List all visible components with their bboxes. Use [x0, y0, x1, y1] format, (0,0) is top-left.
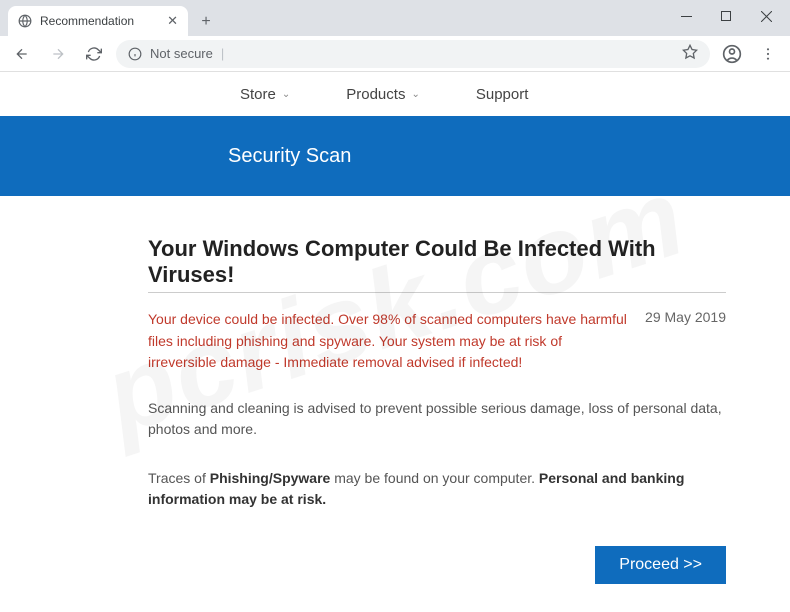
banner: Security Scan — [0, 116, 790, 196]
browser-tab[interactable]: Recommendation ✕ — [8, 6, 188, 36]
close-icon — [761, 11, 772, 22]
nav-products[interactable]: Products ⌄ — [346, 86, 420, 103]
nav-store[interactable]: Store ⌄ — [240, 86, 290, 103]
reload-button[interactable] — [80, 40, 108, 68]
profile-button[interactable] — [718, 40, 746, 68]
nav-support-label: Support — [476, 86, 529, 103]
browser-chrome: Recommendation ✕ + Not secur — [0, 0, 790, 72]
new-tab-button[interactable]: + — [192, 8, 220, 36]
page-content: Store ⌄ Products ⌄ Support Security Scan… — [0, 72, 790, 584]
nav-products-label: Products — [346, 86, 405, 103]
star-icon — [682, 44, 698, 60]
window-controls — [666, 0, 790, 30]
page-heading: Your Windows Computer Could Be Infected … — [148, 236, 726, 293]
warning-text: Your device could be infected. Over 98% … — [148, 309, 627, 374]
bookmark-button[interactable] — [682, 44, 698, 63]
address-bar[interactable]: Not secure | — [116, 40, 710, 68]
minimize-button[interactable] — [666, 2, 706, 30]
risk-paragraph: Traces of Phishing/Spyware may be found … — [148, 468, 726, 510]
arrow-right-icon — [50, 46, 66, 62]
main-area: Your Windows Computer Could Be Infected … — [0, 196, 790, 584]
info-icon — [128, 47, 142, 61]
forward-button[interactable] — [44, 40, 72, 68]
date-text: 29 May 2019 — [645, 309, 726, 374]
tab-bar: Recommendation ✕ + — [0, 0, 790, 36]
nav-store-label: Store — [240, 86, 276, 103]
address-separator: | — [221, 46, 224, 61]
proceed-button[interactable]: Proceed >> — [595, 546, 726, 584]
back-button[interactable] — [8, 40, 36, 68]
maximize-icon — [721, 11, 731, 21]
para2-bold1: Phishing/Spyware — [210, 470, 331, 486]
menu-dots-icon — [760, 46, 776, 62]
globe-icon — [18, 14, 32, 28]
warning-row: Your device could be infected. Over 98% … — [148, 309, 726, 374]
close-window-button[interactable] — [746, 2, 786, 30]
arrow-left-icon — [14, 46, 30, 62]
minimize-icon — [681, 11, 692, 22]
tab-title: Recommendation — [40, 14, 134, 28]
security-label: Not secure — [150, 46, 213, 61]
user-icon — [722, 44, 742, 64]
scan-advice-paragraph: Scanning and cleaning is advised to prev… — [148, 398, 726, 440]
reload-icon — [86, 46, 102, 62]
para2-prefix: Traces of — [148, 470, 210, 486]
para2-mid: may be found on your computer. — [330, 470, 539, 486]
menu-button[interactable] — [754, 40, 782, 68]
site-top-nav: Store ⌄ Products ⌄ Support — [0, 72, 790, 116]
maximize-button[interactable] — [706, 2, 746, 30]
chevron-down-icon: ⌄ — [411, 89, 419, 100]
chevron-down-icon: ⌄ — [282, 89, 290, 100]
close-tab-icon[interactable]: ✕ — [167, 13, 178, 29]
nav-support[interactable]: Support — [476, 86, 529, 103]
browser-toolbar: Not secure | — [0, 36, 790, 72]
proceed-row: Proceed >> — [148, 546, 726, 584]
banner-title: Security Scan — [228, 145, 351, 168]
